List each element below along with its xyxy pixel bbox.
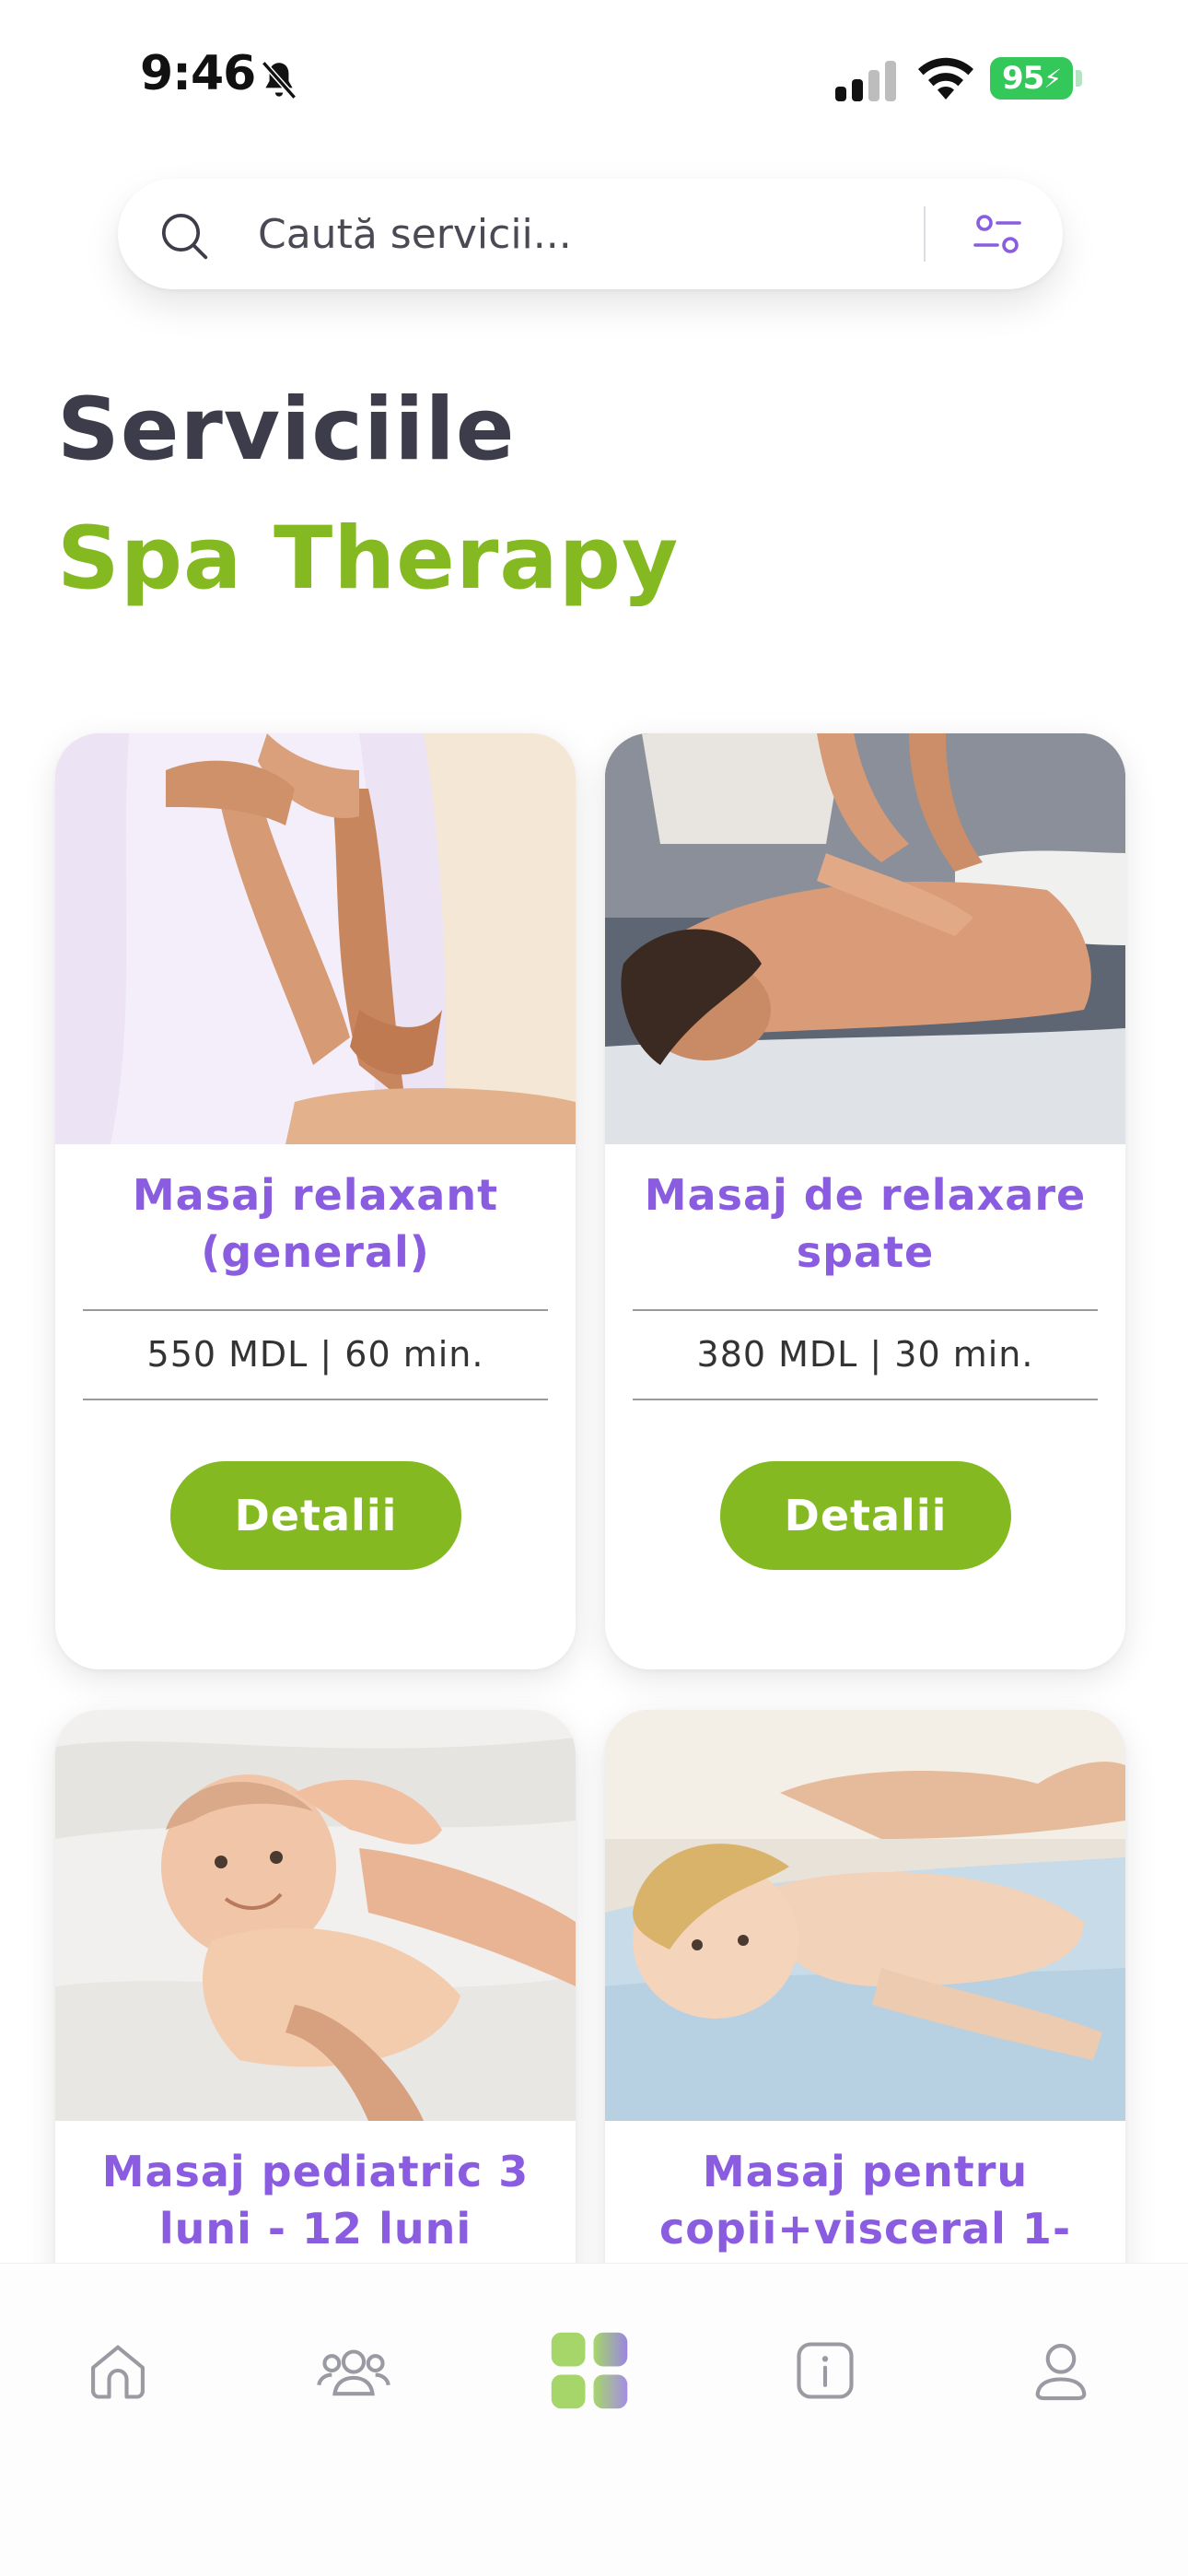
divider: [83, 1309, 548, 1311]
battery-indicator: 95 ⚡: [990, 57, 1073, 100]
tab-team[interactable]: [308, 2324, 400, 2417]
details-button[interactable]: Detalii: [170, 1461, 461, 1570]
service-title-line1: Masaj pentru: [702, 2147, 1029, 2196]
battery-tip: [1076, 70, 1082, 87]
service-title-line1: Masaj pediatric 3: [101, 2147, 530, 2196]
tab-home[interactable]: [72, 2324, 164, 2417]
service-title: Masaj de relaxare spate: [623, 1166, 1107, 1281]
wifi-icon: [918, 57, 973, 100]
tab-bar: [0, 2263, 1188, 2576]
bell-muted-icon: [261, 61, 297, 100]
home-icon: [91, 2345, 145, 2399]
cellular-signal-icon: [835, 61, 896, 101]
filter-icon[interactable]: [970, 206, 1025, 262]
status-time: 9:46: [140, 46, 256, 101]
service-price-duration: 380 MDL | 30 min.: [696, 1334, 1034, 1375]
search-bar[interactable]: [118, 179, 1063, 289]
search-divider: [924, 206, 926, 262]
service-card[interactable]: Masaj pentru copii+visceral 1-1...: [605, 1710, 1125, 2355]
service-card[interactable]: Masaj relaxant (general) 550 MDL | 60 mi…: [55, 733, 576, 1669]
battery-level: 95: [1002, 60, 1044, 97]
service-title: Masaj relaxant (general): [74, 1166, 557, 1281]
people-icon: [317, 2349, 390, 2396]
profile-icon: [1035, 2344, 1087, 2401]
service-card[interactable]: Masaj pediatric 3 luni - 12 luni: [55, 1710, 576, 2355]
page-title: Serviciile: [57, 380, 516, 480]
service-title-line2: spate: [796, 1227, 935, 1277]
service-title-line2: luni - 12 luni: [158, 2204, 472, 2254]
tab-info[interactable]: [779, 2324, 871, 2417]
search-icon: [161, 213, 208, 260]
status-bar: 9:46 95 ⚡: [0, 0, 1188, 157]
divider: [633, 1399, 1098, 1400]
service-title-line2: (general): [201, 1227, 430, 1277]
tab-services[interactable]: [543, 2324, 635, 2417]
search-input[interactable]: [258, 206, 1013, 262]
service-title: Masaj pediatric 3 luni - 12 luni: [74, 2143, 557, 2257]
service-title-line1: Masaj de relaxare: [644, 1170, 1087, 1220]
service-image-leg-massage: [55, 733, 576, 1144]
info-icon: [797, 2342, 854, 2399]
service-image-child-massage: [605, 1710, 1125, 2121]
details-button[interactable]: Detalii: [720, 1461, 1011, 1570]
service-title-line1: Masaj relaxant: [132, 1170, 499, 1220]
service-image-back-massage: [605, 733, 1125, 1144]
tab-profile[interactable]: [1015, 2324, 1107, 2417]
page-subtitle: Spa Therapy: [57, 509, 680, 609]
services-grid-icon: [551, 2332, 628, 2409]
service-price-duration: 550 MDL | 60 min.: [146, 1334, 484, 1375]
service-card[interactable]: Masaj de relaxare spate 380 MDL | 30 min…: [605, 733, 1125, 1669]
divider: [633, 1309, 1098, 1311]
charging-bolt-icon: ⚡: [1043, 63, 1062, 94]
service-image-baby-massage: [55, 1710, 576, 2121]
divider: [83, 1399, 548, 1400]
